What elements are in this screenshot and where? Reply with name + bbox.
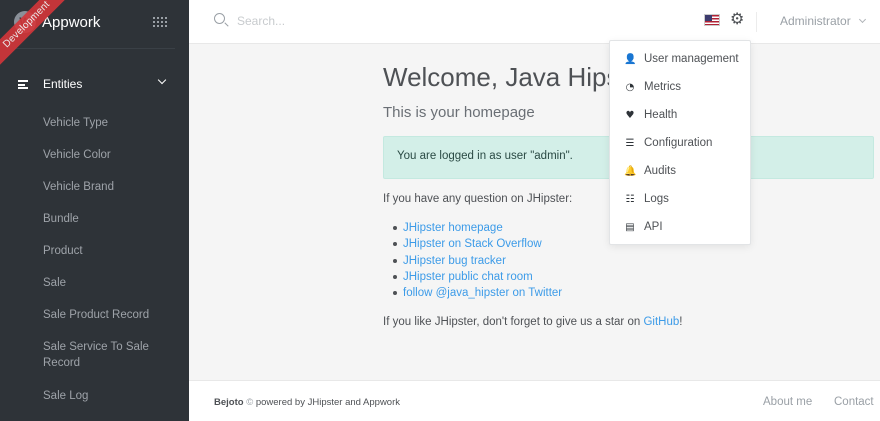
sidebar-entities-toggle[interactable]: Entities xyxy=(0,63,189,105)
footer: Bejoto © powered by JHipster and Appwork… xyxy=(189,380,880,421)
sidebar-item-vehicle-type[interactable]: Vehicle Type xyxy=(43,115,173,131)
sidebar-divider xyxy=(14,48,175,49)
list-item: follow @java_hipster on Twitter xyxy=(392,285,562,301)
development-ribbon: Development xyxy=(0,0,73,71)
chevron-down-icon xyxy=(157,75,167,85)
sidebar-item-vehicle-color[interactable]: Vehicle Color xyxy=(43,147,173,163)
menu-item-logs[interactable]: ☷ Logs xyxy=(624,191,669,207)
menu-item-label: Logs xyxy=(644,193,669,205)
github-star-text: If you like JHipster, don't forget to gi… xyxy=(383,316,682,328)
user-menu-toggle[interactable]: Administrator xyxy=(780,14,851,28)
main-content: Welcome, Java Hipster! This is your home… xyxy=(189,44,880,380)
link-bug-tracker[interactable]: JHipster bug tracker xyxy=(403,255,506,267)
menu-item-audits[interactable]: 🔔 Audits xyxy=(624,163,676,179)
link-jhipster-homepage[interactable]: JHipster homepage xyxy=(403,222,503,234)
help-links: JHipster homepage JHipster on Stack Over… xyxy=(392,220,562,301)
link-stack-overflow[interactable]: JHipster on Stack Overflow xyxy=(403,238,542,250)
page-subtitle: This is your homepage xyxy=(383,104,535,121)
star-end: ! xyxy=(679,316,683,328)
alert-text: You are logged in as user "admin". xyxy=(397,150,573,162)
footer-contact-link[interactable]: Contact xyxy=(834,396,874,408)
sidebar-item-sale[interactable]: Sale xyxy=(43,275,173,291)
sidebar-item-product[interactable]: Product xyxy=(43,243,173,259)
menu-item-label: Audits xyxy=(644,165,676,177)
footer-about-link[interactable]: About me xyxy=(763,396,812,408)
menu-item-health[interactable]: ♥ Health xyxy=(624,107,678,123)
menu-item-metrics[interactable]: ◔ Metrics xyxy=(624,79,681,95)
heart-icon: ♥ xyxy=(625,109,635,121)
admin-dropdown-menu: 👤 User management ◔ Metrics ♥ Health ☰ C… xyxy=(609,40,751,245)
sidebar: W Appwork Development Entities Vehicle T… xyxy=(0,0,189,421)
list-item: JHipster homepage xyxy=(392,220,562,236)
tasks-icon: ☷ xyxy=(625,193,635,205)
footer-powered: powered by JHipster and Appwork xyxy=(255,397,401,408)
navbar-divider xyxy=(756,12,757,32)
list-item: JHipster public chat room xyxy=(392,269,562,285)
menu-item-label: Configuration xyxy=(644,137,713,149)
language-flag-icon[interactable] xyxy=(704,14,720,26)
star-text: If you like JHipster, don't forget to gi… xyxy=(383,316,641,328)
brand-name[interactable]: Appwork xyxy=(42,14,100,31)
search-input[interactable] xyxy=(237,11,537,31)
question-text: If you have any question on JHipster: xyxy=(383,193,573,205)
menu-item-user-management[interactable]: 👤 User management xyxy=(624,51,739,67)
search-icon xyxy=(214,13,225,24)
menu-item-label: Metrics xyxy=(644,81,682,93)
copyright-symbol: © xyxy=(246,397,254,408)
sidenav-toggle-icon[interactable] xyxy=(153,17,167,27)
menu-item-label: User management xyxy=(644,53,739,65)
bell-icon: 🔔 xyxy=(624,165,637,177)
menu-item-api[interactable]: ▤ API xyxy=(624,219,663,235)
sidebar-item-sale-service-to-sale-record[interactable]: Sale Service To Sale Record xyxy=(43,339,173,371)
user-icon: 👤 xyxy=(624,53,637,65)
chevron-down-icon[interactable] xyxy=(858,15,867,24)
github-link[interactable]: GitHub xyxy=(643,316,679,328)
sidebar-item-sale-log[interactable]: Sale Log xyxy=(43,388,173,404)
footer-credits: Bejoto © powered by JHipster and Appwork xyxy=(214,397,400,408)
footer-brand: Bejoto xyxy=(214,397,244,408)
link-twitter[interactable]: follow @java_hipster on Twitter xyxy=(403,287,562,299)
menu-item-label: API xyxy=(644,221,663,233)
brand[interactable]: W Appwork Development xyxy=(0,0,189,71)
link-chat-room[interactable]: JHipster public chat room xyxy=(403,271,533,283)
list-item: JHipster on Stack Overflow xyxy=(392,236,562,252)
sidebar-item-sale-product-record[interactable]: Sale Product Record xyxy=(43,307,173,323)
sidebar-item-vehicle-brand[interactable]: Vehicle Brand xyxy=(43,179,173,195)
sidebar-section-label: Entities xyxy=(43,77,83,91)
list-icon: ☰ xyxy=(625,137,635,149)
menu-item-configuration[interactable]: ☰ Configuration xyxy=(624,135,713,151)
sidebar-item-bundle[interactable]: Bundle xyxy=(43,211,173,227)
menu-item-label: Health xyxy=(644,109,678,121)
top-navbar: ⚙ Administrator xyxy=(189,0,880,44)
book-icon: ▤ xyxy=(625,221,635,233)
list-icon xyxy=(18,79,28,89)
list-item: JHipster bug tracker xyxy=(392,253,562,269)
gear-icon[interactable]: ⚙ xyxy=(730,12,746,28)
tachometer-icon: ◔ xyxy=(625,81,635,93)
